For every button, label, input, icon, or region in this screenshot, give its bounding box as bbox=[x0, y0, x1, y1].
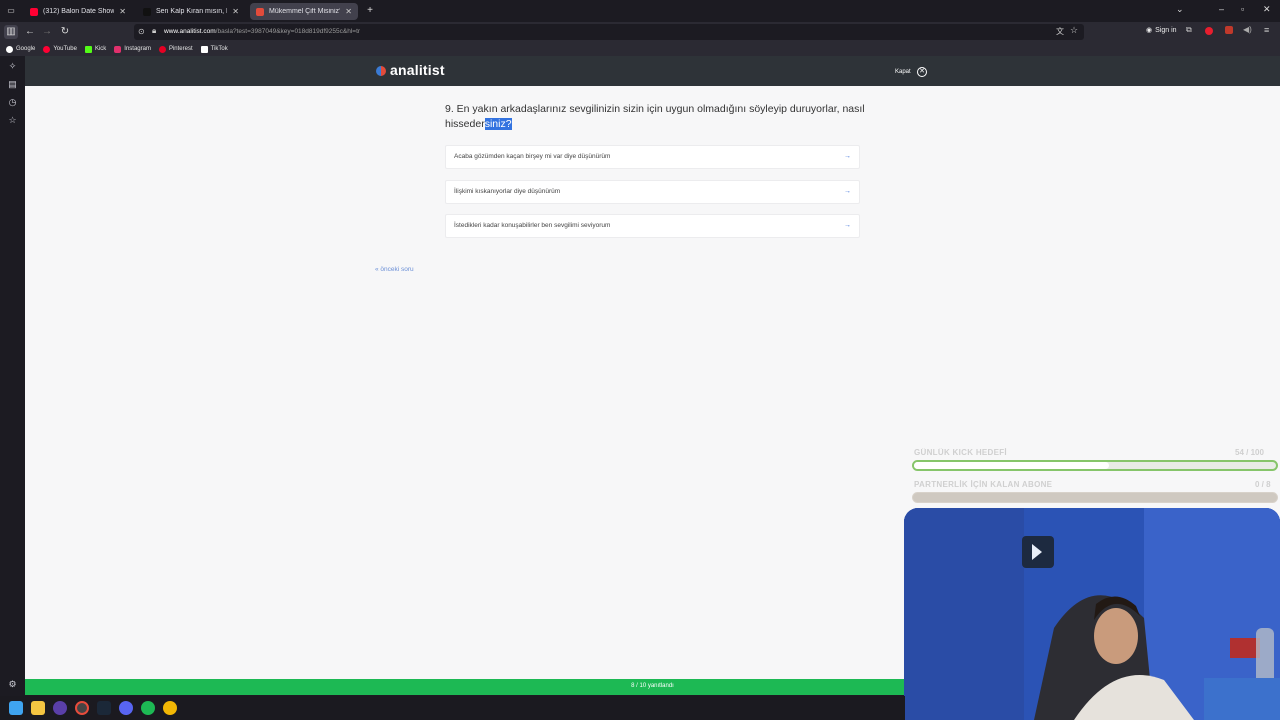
spotify-icon[interactable] bbox=[141, 701, 155, 715]
youtube-icon bbox=[43, 45, 51, 53]
arrow-right-icon: → bbox=[844, 188, 851, 195]
tab-balon-date[interactable]: (312) Balon Date Show 30. Bölü ✕ bbox=[24, 3, 132, 20]
url-host: www.analitist.com bbox=[164, 28, 216, 35]
youtube-extension-icon[interactable] bbox=[1205, 27, 1213, 35]
bookmark-google[interactable]: Google bbox=[6, 45, 36, 53]
bookmark-label: TikTok bbox=[210, 46, 228, 52]
close-window-button[interactable]: ✕ bbox=[1263, 4, 1271, 15]
windows-start-icon[interactable] bbox=[9, 701, 23, 715]
audio-icon[interactable]: ◀) bbox=[1243, 25, 1252, 34]
bookmarks-star-icon[interactable]: ☆ bbox=[6, 115, 19, 128]
bookmark-label: Kick bbox=[94, 46, 107, 52]
site-info-icon[interactable]: ⊙ bbox=[138, 27, 145, 36]
tab-list-chevron-icon[interactable]: ⌄ bbox=[1176, 4, 1184, 15]
steam-icon[interactable] bbox=[97, 701, 111, 715]
close-tab-icon[interactable]: ✕ bbox=[345, 7, 352, 16]
bookmark-instagram[interactable]: Instagram bbox=[114, 45, 151, 53]
webcam-feed bbox=[904, 508, 1280, 720]
pinterest-icon bbox=[158, 45, 166, 53]
bookmark-label: Pinterest bbox=[168, 46, 193, 52]
maximize-button[interactable]: ▫ bbox=[1241, 4, 1244, 14]
webcam-scene bbox=[904, 508, 1280, 720]
kick-goal-label: GÜNLÜK KICK HEDEFİ bbox=[914, 448, 1007, 457]
kick-goal-count: 54 / 100 bbox=[1235, 448, 1264, 457]
menu-icon[interactable]: ≡ bbox=[1264, 25, 1269, 35]
history-icon[interactable]: ◷ bbox=[6, 97, 19, 110]
extensions-icon[interactable]: ⧉ bbox=[1186, 25, 1192, 35]
close-tab-icon[interactable]: ✕ bbox=[119, 7, 126, 16]
settings-gear-icon[interactable]: ⚙ bbox=[6, 679, 19, 692]
bookmark-tiktok[interactable]: TikTok bbox=[200, 45, 228, 53]
tabs-icon[interactable]: ▤ bbox=[6, 79, 19, 92]
url-text[interactable]: www.analitist.com/basla?test=3987049&key… bbox=[164, 28, 360, 35]
close-tab-icon[interactable]: ✕ bbox=[232, 7, 239, 16]
answer-label: İstedikleri kadar konuşabilirler ben sev… bbox=[454, 222, 611, 229]
back-arrow-icon[interactable]: ← bbox=[23, 25, 37, 39]
arrow-right-icon: → bbox=[844, 153, 851, 160]
chrome-icon[interactable] bbox=[163, 701, 177, 715]
question-selected-text: siniz? bbox=[484, 118, 512, 130]
analitist-favicon-icon bbox=[256, 7, 264, 16]
firefox-icon[interactable] bbox=[53, 701, 67, 715]
bookmark-star-icon[interactable]: ☆ bbox=[1070, 25, 1078, 36]
quit-label[interactable]: Kapat bbox=[895, 69, 911, 75]
reload-icon[interactable]: ↻ bbox=[58, 25, 72, 39]
analitist-logo-icon[interactable] bbox=[376, 66, 386, 76]
discord-icon[interactable] bbox=[119, 701, 133, 715]
arrow-right-icon: → bbox=[844, 222, 851, 229]
translate-icon[interactable]: 文 bbox=[1056, 26, 1064, 37]
bookmark-kick[interactable]: Kick bbox=[84, 45, 107, 53]
sidebar-toggle-icon[interactable]: ▥ bbox=[4, 25, 18, 39]
site-header bbox=[25, 56, 1280, 86]
ai-sparkle-icon[interactable]: ✧ bbox=[6, 61, 19, 74]
bookmark-label: Google bbox=[16, 46, 36, 52]
taskbar bbox=[0, 696, 905, 720]
account-icon: ◉ bbox=[1146, 27, 1153, 34]
tab-label: (312) Balon Date Show 30. Bölü bbox=[43, 8, 115, 15]
tab-label: Sen Kalp Kıran mısın, Kalbi Kırı bbox=[156, 8, 227, 15]
answer-option-3[interactable]: İstedikleri kadar konuşabilirler ben sev… bbox=[445, 214, 860, 238]
answer-label: Acaba gözümden kaçan birşey mi var diye … bbox=[454, 153, 611, 160]
close-circle-icon[interactable]: ✕ bbox=[917, 67, 927, 77]
lock-icon: 🔒︎ bbox=[152, 26, 157, 35]
kick-icon bbox=[84, 45, 92, 53]
answer-label: İlişkimi kıskanıyorlar diye düşünürüm bbox=[454, 188, 561, 195]
question-text: 9. En yakın arkadaşlarınız sevgilinizin … bbox=[445, 102, 865, 132]
kick-goal-fill bbox=[914, 462, 1109, 469]
bookmark-label: Instagram bbox=[124, 46, 151, 52]
browser-sidebar: ✧ ▤ ◷ ☆ ⚙ bbox=[0, 56, 25, 696]
tab-label: Mükemmel Çift Misiniz? - Anali bbox=[269, 8, 340, 15]
answer-option-2[interactable]: İlişkimi kıskanıyorlar diye düşünürüm → bbox=[445, 180, 860, 204]
partner-goal-label: PARTNERLİK İÇİN KALAN ABONE bbox=[914, 480, 1053, 489]
tab-kalp-kiran[interactable]: Sen Kalp Kıran mısın, Kalbi Kırı ✕ bbox=[137, 3, 245, 20]
partner-goal-count: 0 / 8 bbox=[1255, 480, 1271, 489]
google-icon bbox=[6, 45, 13, 53]
bookmarks-bar: Google YouTube Kick Instagram Pinterest … bbox=[0, 42, 1280, 56]
url-path: /basla?test=3987049&key=018d819df9255c&h… bbox=[215, 28, 361, 35]
tab-overview-icon[interactable]: ▭ bbox=[4, 4, 18, 18]
partner-goal-track bbox=[912, 492, 1278, 503]
extension-badge-icon[interactable] bbox=[1225, 26, 1233, 34]
previous-question-link[interactable]: « önceki soru bbox=[375, 266, 414, 273]
answer-option-1[interactable]: Acaba gözümden kaçan birşey mi var diye … bbox=[445, 145, 860, 169]
youtube-favicon-icon bbox=[30, 7, 38, 16]
tiktok-icon bbox=[200, 45, 208, 53]
bookmark-label: YouTube bbox=[53, 46, 77, 52]
tab-mukemmel-cift[interactable]: Mükemmel Çift Misiniz? - Anali ✕ bbox=[250, 3, 358, 20]
tab-bar: ▭ (312) Balon Date Show 30. Bölü ✕ Sen K… bbox=[0, 0, 1280, 22]
file-explorer-icon[interactable] bbox=[31, 701, 45, 715]
forward-arrow-icon[interactable]: → bbox=[40, 25, 54, 39]
new-tab-button[interactable]: + bbox=[363, 4, 377, 18]
bookmark-pinterest[interactable]: Pinterest bbox=[158, 45, 193, 53]
sign-in-label: Sign in bbox=[1155, 26, 1177, 34]
instagram-icon bbox=[114, 45, 122, 53]
sign-in-button[interactable]: ◉ Sign in bbox=[1146, 26, 1177, 35]
bookmark-youtube[interactable]: YouTube bbox=[43, 45, 77, 53]
site-logo-text[interactable]: analitist bbox=[390, 62, 445, 78]
obs-icon[interactable] bbox=[75, 701, 89, 715]
minimize-button[interactable]: – bbox=[1219, 4, 1224, 14]
site-favicon-icon bbox=[143, 7, 151, 16]
